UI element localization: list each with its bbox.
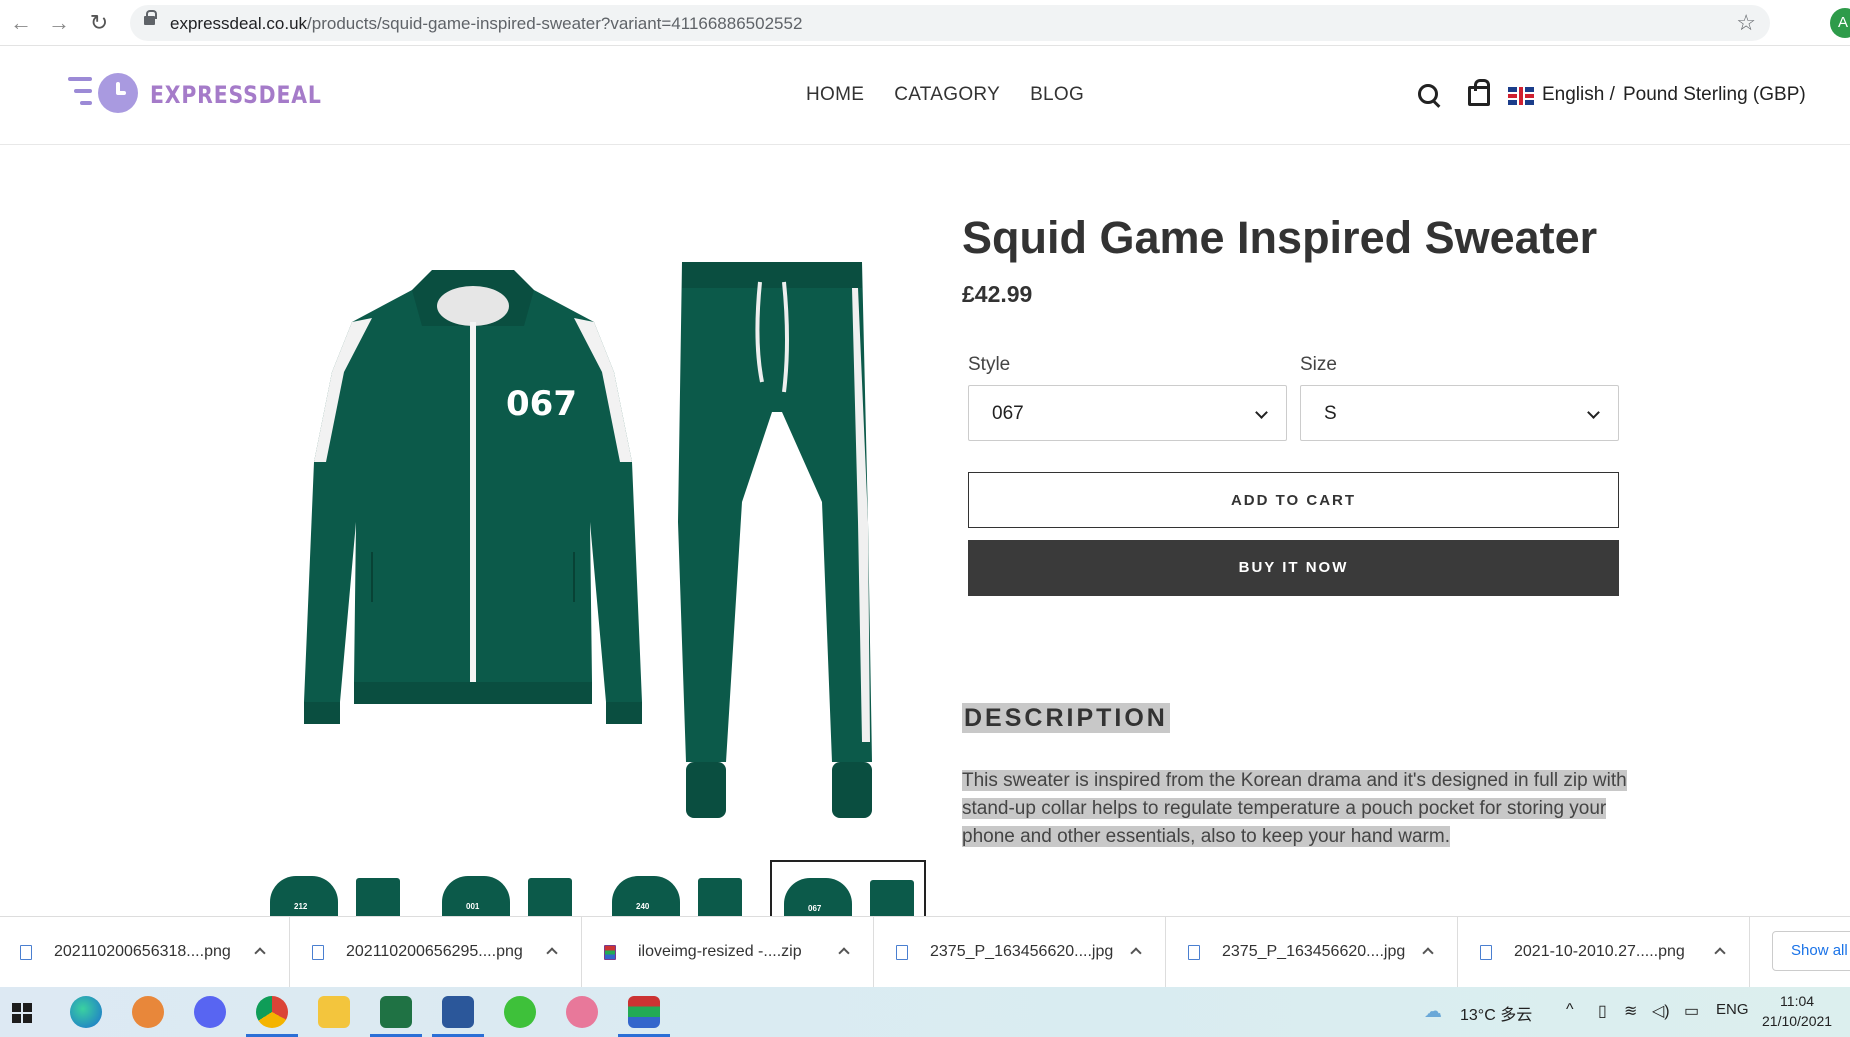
browser-toolbar: ← → ↻ expressdeal.co.uk/products/squid-g…: [0, 0, 1850, 46]
chevron-up-icon[interactable]: [1130, 947, 1142, 959]
downloads-bar: 202110200656318....png 202110200656295..…: [0, 916, 1850, 988]
language-selector[interactable]: English /: [1542, 84, 1615, 106]
file-explorer-icon[interactable]: [318, 996, 350, 1028]
jacket-number-patch: 067: [506, 384, 577, 424]
main-nav: HOME CATAGORY BLOG: [806, 84, 1084, 106]
download-item[interactable]: 202110200656318....png: [0, 917, 290, 988]
wifi-icon[interactable]: ≋: [1624, 1001, 1637, 1021]
download-item[interactable]: iloveimg-resized -....zip: [584, 917, 874, 988]
jpg-file-icon: [896, 945, 908, 960]
buy-it-now-button[interactable]: BUY IT NOW: [968, 540, 1619, 596]
zip-file-icon: [604, 945, 616, 960]
address-bar[interactable]: expressdeal.co.uk/products/squid-game-in…: [130, 5, 1770, 41]
chevron-up-icon[interactable]: [1714, 947, 1726, 959]
chevron-up-icon[interactable]: [838, 947, 850, 959]
download-item[interactable]: 202110200656295....png: [292, 917, 582, 988]
bookmark-star-icon[interactable]: ☆: [1736, 10, 1756, 36]
chevron-up-icon[interactable]: [546, 947, 558, 959]
game-app-icon[interactable]: [132, 996, 164, 1028]
thumbnail-001[interactable]: 001: [430, 860, 586, 916]
png-file-icon: [312, 945, 324, 960]
lock-icon: [144, 10, 157, 25]
pink-app-icon[interactable]: [566, 996, 598, 1028]
reload-icon[interactable]: ↻: [86, 10, 112, 36]
size-label: Size: [1300, 354, 1337, 375]
windows-taskbar: ☁ 13°C 多云 ^ ▯ ≋ ◁) ▭ ENG 11:04 21/10/202…: [0, 987, 1850, 1037]
forward-icon[interactable]: →: [46, 10, 72, 36]
product-pants-image[interactable]: [672, 262, 882, 826]
currency-selector[interactable]: Pound Sterling (GBP): [1623, 84, 1806, 106]
weather-text[interactable]: 13°C 多云: [1460, 1001, 1532, 1025]
chrome-icon[interactable]: [246, 996, 298, 1037]
weather-cloud-icon[interactable]: ☁: [1424, 1001, 1442, 1022]
profile-avatar[interactable]: A: [1830, 8, 1850, 38]
thumbnail-067-selected[interactable]: 067: [770, 860, 926, 916]
input-language[interactable]: ENG: [1716, 1001, 1749, 1018]
wechat-icon[interactable]: [504, 996, 536, 1028]
battery-icon[interactable]: ▭: [1684, 1001, 1699, 1021]
download-item[interactable]: 2021-10-2010.27.....png: [1460, 917, 1750, 988]
show-all-downloads-button[interactable]: Show all: [1772, 931, 1850, 971]
system-clock[interactable]: 11:04 21/10/2021: [1762, 991, 1832, 1031]
logo-speed-lines-icon: [68, 77, 92, 113]
download-item[interactable]: 2375_P_163456620....jpg: [876, 917, 1166, 988]
logo-text: EXPRESSDEAL: [150, 81, 322, 109]
logo-clock-icon: [98, 73, 138, 113]
style-label: Style: [968, 354, 1011, 375]
chevron-up-icon[interactable]: [254, 947, 266, 959]
download-item[interactable]: 2375_P_163456620....jpg: [1168, 917, 1458, 988]
png-file-icon: [1480, 945, 1492, 960]
product-jacket-image[interactable]: [292, 262, 652, 742]
windows-start-icon[interactable]: [12, 1003, 32, 1023]
chevron-down-icon: [1255, 406, 1268, 419]
thumbnail-240[interactable]: 240: [600, 860, 756, 916]
nav-blog[interactable]: BLOG: [1030, 84, 1084, 106]
nav-catagory[interactable]: CATAGORY: [894, 84, 1000, 106]
chevron-up-icon[interactable]: ^: [1566, 1001, 1574, 1019]
product-title: Squid Game Inspired Sweater: [962, 212, 1598, 263]
winrar-icon[interactable]: [618, 996, 670, 1037]
add-to-cart-button[interactable]: ADD TO CART: [968, 472, 1619, 528]
cart-bag-icon[interactable]: [1468, 79, 1490, 106]
site-header: EXPRESSDEAL HOME CATAGORY BLOG English /…: [0, 46, 1850, 145]
discord-icon[interactable]: [194, 996, 226, 1028]
png-file-icon: [20, 945, 32, 960]
product-price: £42.99: [962, 281, 1033, 307]
nav-home[interactable]: HOME: [806, 84, 864, 106]
size-select[interactable]: S: [1300, 385, 1619, 441]
jpg-file-icon: [1188, 945, 1200, 960]
product-description: This sweater is inspired from the Korean…: [962, 770, 1627, 847]
thumbnail-212[interactable]: 212: [258, 860, 414, 916]
excel-icon[interactable]: [370, 996, 422, 1037]
uk-flag-icon[interactable]: [1508, 87, 1534, 105]
volume-icon[interactable]: ◁): [1652, 1001, 1670, 1021]
edge-browser-icon[interactable]: [70, 996, 102, 1028]
search-icon[interactable]: [1418, 84, 1440, 106]
chevron-down-icon: [1587, 406, 1600, 419]
description-heading: DESCRIPTION: [962, 703, 1170, 733]
usb-icon[interactable]: ▯: [1598, 1001, 1607, 1021]
style-select[interactable]: 067: [968, 385, 1287, 441]
chevron-up-icon[interactable]: [1422, 947, 1434, 959]
word-icon[interactable]: [432, 996, 484, 1037]
back-icon[interactable]: ←: [8, 10, 34, 36]
url-text[interactable]: expressdeal.co.uk/products/squid-game-in…: [170, 14, 802, 34]
